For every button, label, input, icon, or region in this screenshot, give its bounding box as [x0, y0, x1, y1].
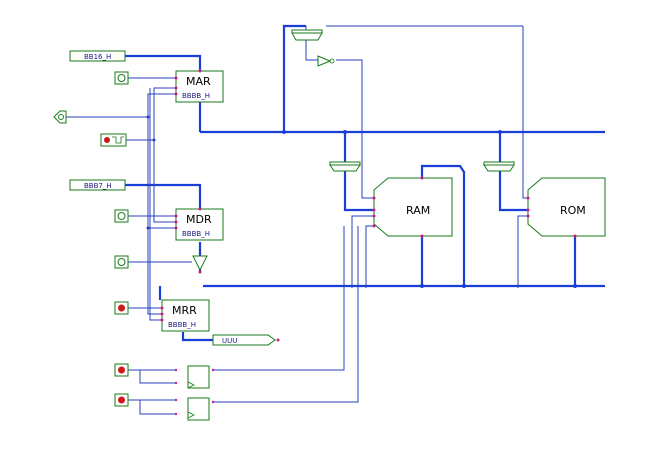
mar-register[interactable]: MAR BBBB_H: [174, 69, 224, 103]
inv-out-wire: [336, 59, 363, 168]
wires: [66, 25, 528, 415]
reset-pulse[interactable]: [100, 133, 127, 147]
mar-label: MAR: [186, 75, 211, 88]
clk-source[interactable]: [53, 110, 67, 124]
ram-oe: [365, 225, 374, 288]
ram-cs: [361, 168, 374, 199]
addr-to-mar: [125, 54, 202, 72]
circuit-diagram: MAR BBBB_H MDR BBBB_H MRR BBBB_H RAM ROM…: [0, 0, 650, 450]
mrr-register[interactable]: MRR BBBB_H: [160, 299, 210, 332]
addr-input-port[interactable]: BB16_H: [69, 50, 126, 62]
clk-wire: [66, 93, 176, 118]
mdr-output: BBBB_H: [182, 230, 210, 238]
wr-flipflop[interactable]: [174, 397, 215, 421]
data-input-value: BBB7_H: [84, 182, 112, 190]
bus-up-top: [282, 24, 306, 132]
rd-switch[interactable]: [114, 363, 129, 377]
top-bus-buffer[interactable]: [291, 29, 323, 41]
output-port[interactable]: UUU: [212, 334, 280, 346]
schematic: MAR BBBB_H MDR BBBB_H MRR BBBB_H RAM ROM…: [53, 24, 606, 421]
rom-cs: [522, 26, 528, 199]
mdr-out-switch[interactable]: [114, 255, 129, 269]
reset-to-mdr: [153, 140, 176, 223]
mdr-label: MDR: [186, 213, 212, 226]
data-to-mdr: [125, 183, 202, 210]
output-value: UUU: [222, 337, 237, 345]
mrr-output: BBBB_H: [168, 321, 196, 329]
ram-we: [351, 215, 374, 288]
ram-bus-buffer[interactable]: [329, 161, 361, 172]
chip-select-inverter[interactable]: [317, 55, 335, 67]
clk-to-mdr: [147, 117, 176, 229]
data-input-port[interactable]: BBB7_H: [69, 179, 126, 191]
rdh-split: [139, 370, 176, 384]
rom-label: ROM: [560, 204, 586, 217]
mrr-enable-switch[interactable]: [114, 301, 129, 315]
rd-flipflop[interactable]: [174, 365, 215, 389]
mdr-register[interactable]: MDR BBBB_H: [174, 207, 224, 241]
mdr-enable-switch[interactable]: [114, 209, 129, 223]
reset-wire: [126, 87, 176, 141]
addr-input-value: BB16_H: [84, 53, 111, 61]
mar-enable-switch[interactable]: [114, 71, 129, 85]
mrr-to-out: [181, 332, 213, 342]
side-wire: [149, 88, 162, 321]
rom-oe: [517, 215, 528, 288]
ram-label: RAM: [406, 204, 430, 217]
wr-to-ram: [213, 226, 359, 403]
mar-output: BBBB_H: [182, 92, 210, 100]
rom-bus-buffer[interactable]: [483, 161, 515, 172]
wr-switch[interactable]: [114, 393, 129, 407]
wrh-split: [139, 400, 176, 415]
mdr-tristate-buffer[interactable]: [192, 255, 208, 274]
rd-to-ram: [213, 226, 345, 371]
rom-block[interactable]: ROM: [526, 177, 606, 238]
ram-block[interactable]: RAM: [372, 176, 453, 238]
mrr-label: MRR: [172, 304, 197, 317]
